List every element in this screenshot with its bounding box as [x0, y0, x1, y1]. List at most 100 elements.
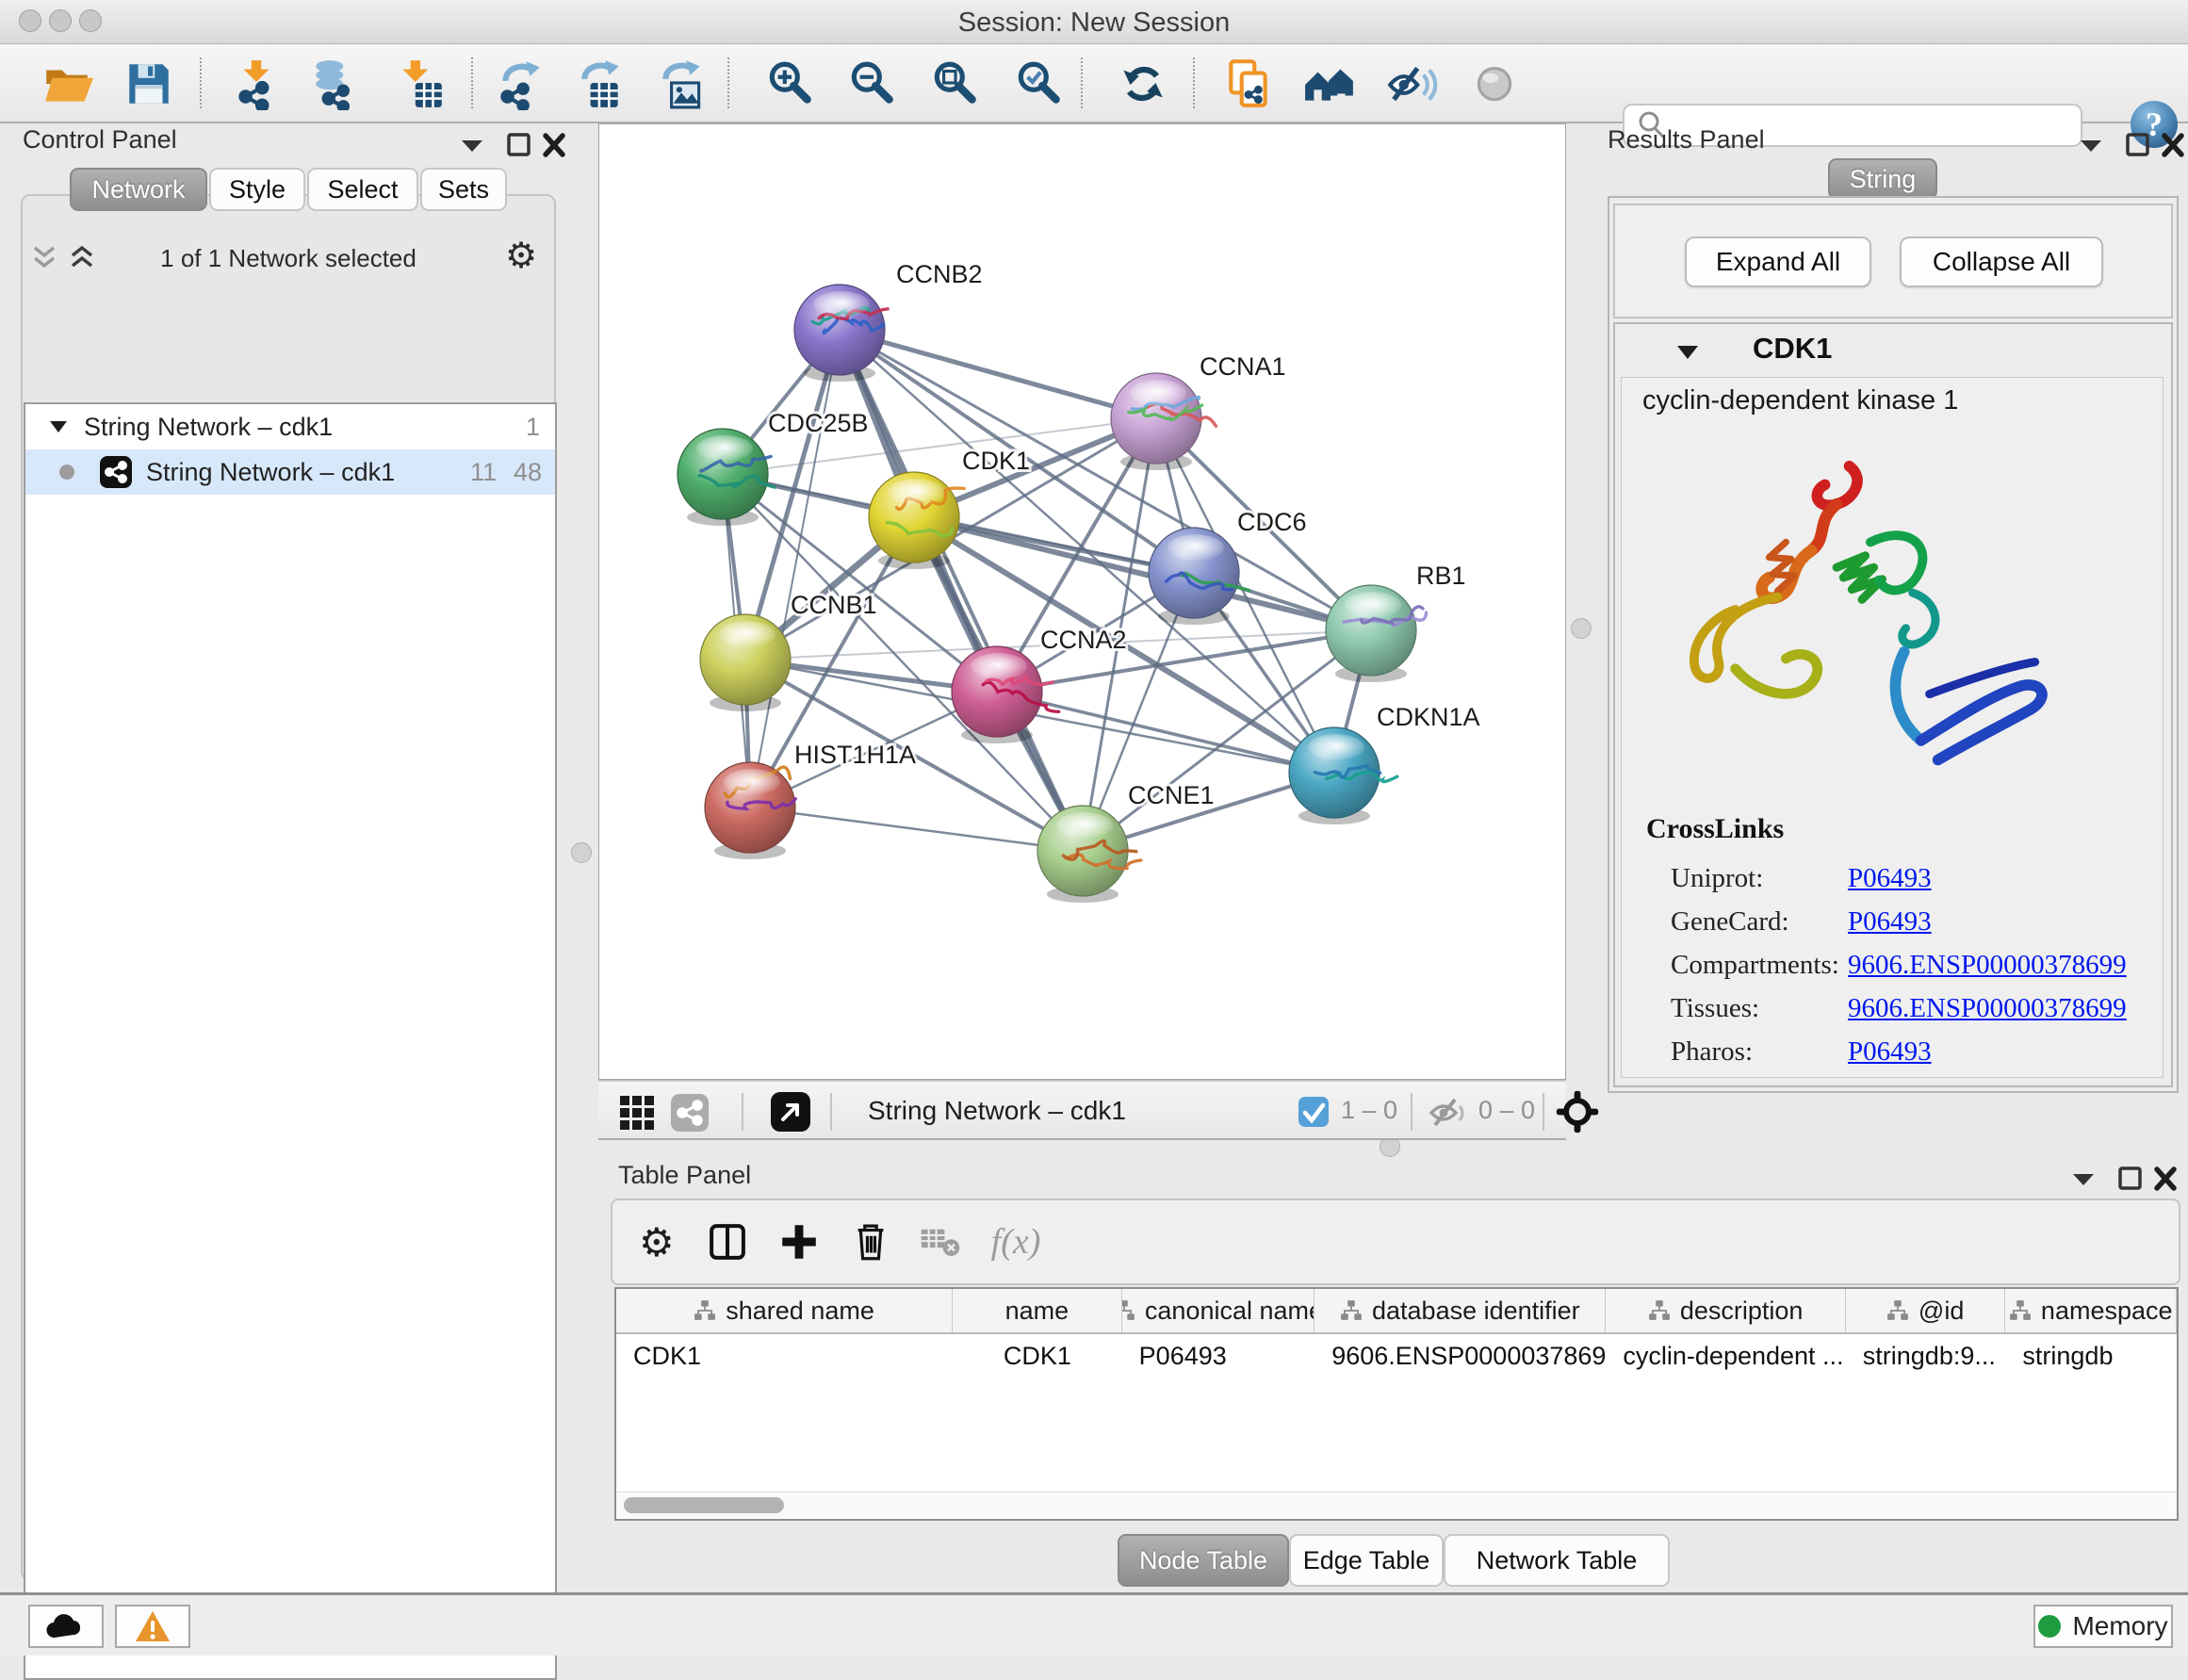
- export-network-icon[interactable]: [494, 57, 547, 110]
- network-edge-HIST1H1A-CCNE1[interactable]: [750, 807, 1083, 851]
- maximize-panel-icon[interactable]: [499, 129, 537, 161]
- close-panel-icon[interactable]: [535, 129, 573, 161]
- collapse-all-button[interactable]: Collapse All: [1900, 237, 2103, 287]
- birds-eye-view-icon[interactable]: [770, 1091, 811, 1133]
- cell-shared-name[interactable]: CDK1: [616, 1334, 953, 1378]
- network-row-selected[interactable]: String Network – cdk1 11 48: [25, 449, 555, 495]
- horizontal-scrollbar[interactable]: [616, 1492, 2177, 1519]
- memory-button[interactable]: Memory: [2033, 1605, 2173, 1648]
- expand-collapse-box: Expand All Collapse All: [1613, 204, 2173, 318]
- split-columns-icon[interactable]: [705, 1219, 750, 1264]
- export-image-icon[interactable]: [656, 57, 709, 110]
- float-panel-icon[interactable]: [2066, 1163, 2103, 1195]
- network-options-gear-icon[interactable]: ⚙: [505, 235, 537, 276]
- cloud-button[interactable]: [28, 1605, 104, 1648]
- vertical-splitter-handle[interactable]: [571, 842, 592, 863]
- column-header-description[interactable]: description: [1606, 1289, 1845, 1332]
- string-network-graph[interactable]: CCNB2CCNA1CDC25BCDK1CDC6RB1CCNB1CCNA2CDK…: [599, 124, 1565, 1079]
- tab-string[interactable]: String: [1828, 158, 1937, 200]
- zoom-in-icon[interactable]: [763, 57, 816, 110]
- cell-canonical-name[interactable]: P06493: [1122, 1334, 1315, 1378]
- tab-sets[interactable]: Sets: [420, 168, 507, 211]
- column-header-shared-name[interactable]: shared name: [616, 1289, 953, 1332]
- network-view-title: String Network – cdk1: [868, 1096, 1126, 1126]
- save-session-icon[interactable]: [122, 57, 175, 110]
- column-header-@id[interactable]: @id: [1846, 1289, 2006, 1332]
- hide-graphics-details-icon[interactable]: [1385, 57, 1438, 110]
- cell-name[interactable]: CDK1: [953, 1334, 1122, 1378]
- tab-node-table[interactable]: Node Table: [1118, 1534, 1289, 1587]
- column-header-canonical-name[interactable]: canonical name: [1122, 1289, 1315, 1332]
- maximize-panel-icon[interactable]: [2111, 1163, 2148, 1195]
- zoom-out-icon[interactable]: [845, 57, 898, 110]
- uniprot-link[interactable]: P06493: [1848, 863, 1932, 893]
- toolbar-separator: [1081, 57, 1083, 108]
- close-panel-icon[interactable]: [2154, 129, 2188, 161]
- shared-column-icon: [1886, 1299, 1909, 1322]
- expand-all-button[interactable]: Expand All: [1685, 237, 1871, 287]
- collapse-gene-icon[interactable]: [1675, 343, 1700, 362]
- network-edge-CCNB2-CCNA1[interactable]: [840, 330, 1156, 418]
- network-node-CCNA1[interactable]: CCNA1: [1111, 352, 1286, 470]
- network-status-dot: [59, 465, 74, 480]
- tab-network[interactable]: Network: [70, 168, 207, 211]
- scrollbar-thumb[interactable]: [624, 1497, 784, 1513]
- compartments-link[interactable]: 9606.ENSP00000378699: [1848, 950, 2127, 980]
- tab-style[interactable]: Style: [209, 168, 305, 211]
- zoom-fit-content-icon[interactable]: [928, 57, 981, 110]
- network-view-canvas[interactable]: CCNB2CCNA1CDC25BCDK1CDC6RB1CCNB1CCNA2CDK…: [598, 123, 1566, 1080]
- cell-namespace[interactable]: stringdb: [2005, 1334, 2177, 1378]
- tab-edge-table[interactable]: Edge Table: [1289, 1534, 1444, 1587]
- crosslink-row: Pharos:P06493: [1671, 1030, 2127, 1073]
- network-share-view-icon[interactable]: [670, 1093, 710, 1133]
- collection-label: String Network – cdk1: [84, 413, 333, 442]
- close-panel-icon[interactable]: [2147, 1163, 2184, 1195]
- crosslinks-list: Uniprot:P06493 GeneCard:P06493 Compartme…: [1671, 856, 2127, 1073]
- maximize-panel-icon[interactable]: [2118, 129, 2156, 161]
- column-header-name[interactable]: name: [953, 1289, 1122, 1332]
- function-builder-icon[interactable]: f(x): [991, 1221, 1041, 1263]
- import-network-file-icon[interactable]: [230, 57, 283, 110]
- network-node-RB1[interactable]: RB1: [1326, 562, 1466, 682]
- pharos-link[interactable]: P06493: [1848, 1036, 1932, 1067]
- network-node-HIST1H1A[interactable]: HIST1H1A: [705, 741, 916, 859]
- clone-network-icon[interactable]: [1222, 57, 1275, 110]
- float-panel-icon[interactable]: [2073, 129, 2111, 161]
- table-gear-icon[interactable]: ⚙: [639, 1219, 675, 1265]
- add-column-icon[interactable]: [776, 1219, 822, 1264]
- home-icon[interactable]: [1303, 57, 1356, 110]
- network-node-CCNE1[interactable]: CCNE1: [1037, 781, 1215, 903]
- tab-network-table[interactable]: Network Table: [1444, 1534, 1670, 1587]
- export-table-icon[interactable]: [575, 57, 628, 110]
- zoom-selected-icon[interactable]: [1012, 57, 1065, 110]
- delete-column-icon[interactable]: [848, 1219, 893, 1264]
- warnings-button[interactable]: [115, 1605, 190, 1648]
- table-row[interactable]: CDK1CDK1P064939606.ENSP00000378699cyclin…: [616, 1334, 2177, 1378]
- cell-database-identifier[interactable]: 9606.ENSP00000378699: [1314, 1334, 1606, 1378]
- tree-expand-icon[interactable]: [48, 418, 69, 435]
- float-panel-icon[interactable]: [454, 129, 492, 161]
- network-node-CDKN1A[interactable]: CDKN1A: [1289, 703, 1480, 824]
- refresh-icon[interactable]: [1117, 57, 1169, 110]
- import-network-database-icon[interactable]: [309, 57, 362, 110]
- tab-select[interactable]: Select: [307, 168, 418, 211]
- show-graphics-details-icon[interactable]: [1468, 57, 1521, 110]
- shared-column-icon: [1122, 1299, 1135, 1322]
- open-session-icon[interactable]: [41, 57, 94, 110]
- column-header-namespace[interactable]: namespace: [2005, 1289, 2177, 1332]
- column-header-database-identifier[interactable]: database identifier: [1314, 1289, 1606, 1332]
- grid-view-icon[interactable]: [619, 1095, 655, 1131]
- network-node-CCNB1[interactable]: CCNB1: [700, 591, 877, 711]
- genecard-link[interactable]: P06493: [1848, 906, 1932, 937]
- gene-section: CDK1 cyclin-dependent kinase 1: [1613, 322, 2173, 1087]
- toolbar-separator: [727, 57, 729, 108]
- import-table-file-icon[interactable]: [394, 57, 447, 110]
- network-edge-CCNB2-HIST1H1A[interactable]: [750, 330, 840, 807]
- clear-table-icon[interactable]: [918, 1221, 963, 1263]
- tissues-link[interactable]: 9606.ENSP00000378699: [1848, 993, 2127, 1023]
- selected-checkbox-icon[interactable]: [1298, 1096, 1330, 1128]
- cell-description[interactable]: cyclin-dependent ...: [1606, 1334, 1845, 1378]
- network-collection-row[interactable]: String Network – cdk1 1: [25, 404, 555, 449]
- network-edge-CCNA2-CDKN1A[interactable]: [997, 692, 1334, 773]
- cell-@id[interactable]: stringdb:9...: [1846, 1334, 2006, 1378]
